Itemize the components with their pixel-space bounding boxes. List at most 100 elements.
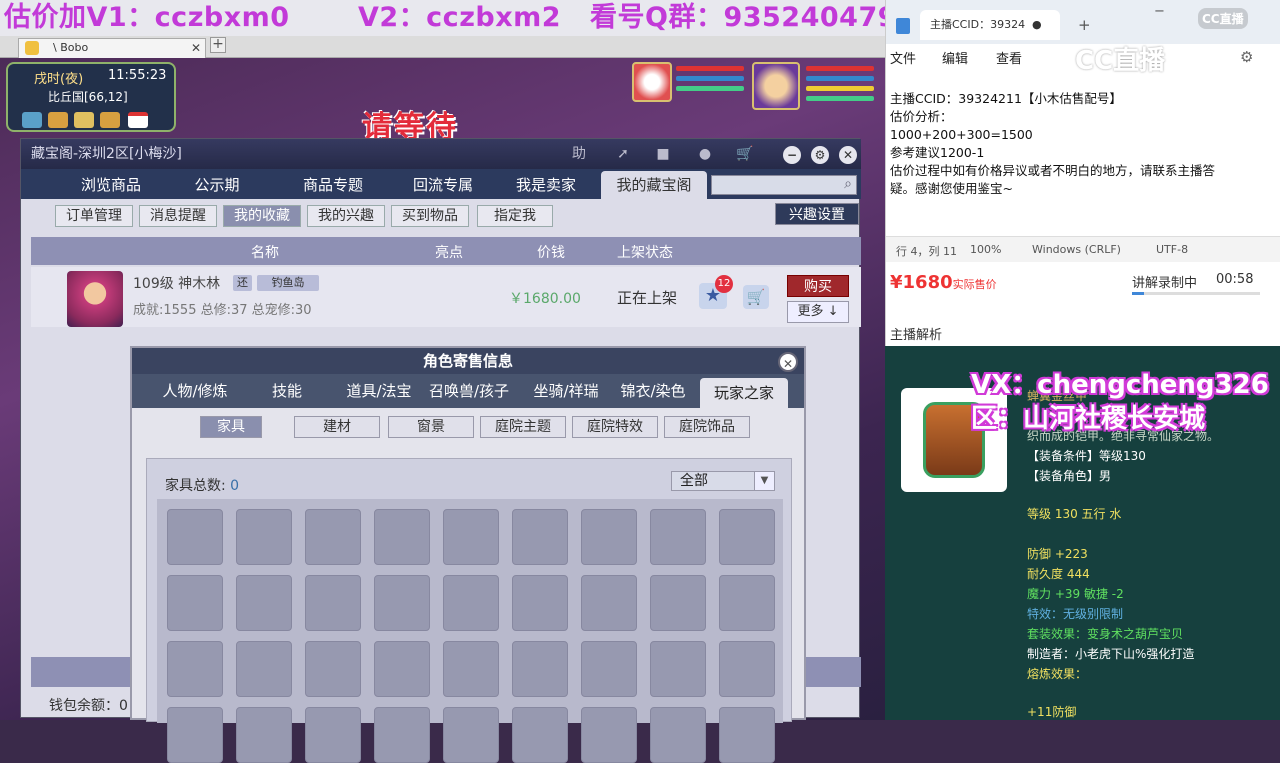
furniture-slot[interactable] (305, 509, 361, 565)
filter-yard-decor[interactable]: 庭院饰品 (664, 416, 750, 438)
tab-player-home[interactable]: 玩家之家 (700, 378, 788, 408)
pet-portrait[interactable] (632, 62, 672, 102)
furniture-slot[interactable] (374, 641, 430, 697)
menu-edit[interactable]: 编辑 (942, 48, 968, 67)
item-set-effect: 套装效果：变身术之葫芦宝贝 (1027, 627, 1184, 641)
furniture-slot[interactable] (374, 509, 430, 565)
furniture-slot[interactable] (305, 641, 361, 697)
bought-items-button[interactable]: 买到物品 (391, 205, 469, 227)
tab-my-pavilion[interactable]: 我的藏宝阁 (601, 171, 707, 199)
player-portrait[interactable] (752, 62, 800, 110)
unsaved-dot-icon[interactable]: ● (1032, 10, 1042, 40)
tab-publicity[interactable]: 公示期 (177, 171, 257, 199)
map-icon[interactable] (22, 112, 42, 128)
furniture-slot[interactable] (581, 641, 637, 697)
notepad-tab[interactable]: 主播CCID：39324 ● (920, 10, 1060, 40)
close-icon[interactable]: ✕ (191, 39, 201, 57)
furniture-slot[interactable] (512, 641, 568, 697)
settings-icon[interactable]: ⚙ (811, 146, 829, 164)
message-reminder-button[interactable]: 消息提醒 (139, 205, 217, 227)
furniture-slot[interactable] (650, 641, 706, 697)
close-icon[interactable]: ✕ (778, 352, 798, 372)
my-interests-button[interactable]: 我的兴趣 (307, 205, 385, 227)
order-management-button[interactable]: 订单管理 (55, 205, 133, 227)
tab-browse[interactable]: 浏览商品 (61, 171, 161, 199)
furniture-slot[interactable] (236, 707, 292, 763)
assigned-me-button[interactable]: 指定我 (477, 205, 553, 227)
tab-items[interactable]: 道具/法宝 (332, 374, 426, 408)
my-favorites-button[interactable]: 我的收藏 (223, 205, 301, 227)
furniture-slot[interactable] (305, 575, 361, 631)
close-icon[interactable]: ✕ (839, 146, 857, 164)
filter-furniture[interactable]: 家具 (200, 416, 262, 438)
furniture-slot[interactable] (719, 575, 775, 631)
minimize-icon[interactable]: − (783, 146, 801, 164)
menu-file[interactable]: 文件 (890, 48, 916, 67)
tab-return[interactable]: 回流专属 (393, 171, 493, 199)
furniture-slot[interactable] (581, 509, 637, 565)
furniture-slot[interactable] (374, 707, 430, 763)
furniture-slot[interactable] (443, 707, 499, 763)
furniture-slot[interactable] (719, 707, 775, 763)
share-icon[interactable]: ➚ (613, 144, 633, 164)
filter-yard-theme[interactable]: 庭院主题 (480, 416, 566, 438)
tab-mounts[interactable]: 坐骑/祥瑞 (522, 374, 610, 408)
tab-topics[interactable]: 商品专题 (283, 171, 383, 199)
furniture-slot[interactable] (512, 509, 568, 565)
more-button[interactable]: 更多 ↓ (787, 301, 849, 323)
furniture-slot[interactable] (167, 509, 223, 565)
chat-icon[interactable]: ● (695, 144, 715, 164)
buy-button[interactable]: 购买 (787, 275, 849, 297)
furniture-slot[interactable] (443, 575, 499, 631)
interest-settings-button[interactable]: 兴趣设置 (775, 203, 859, 225)
search-icon[interactable] (74, 112, 94, 128)
furniture-slot[interactable] (236, 575, 292, 631)
furniture-slot[interactable] (719, 641, 775, 697)
category-select[interactable]: 全部 ▼ (671, 471, 775, 491)
record-icon[interactable]: ■ (653, 144, 673, 164)
game-tab[interactable]: \ Bobo ✕ (18, 38, 206, 58)
filter-yard-effect[interactable]: 庭院特效 (572, 416, 658, 438)
menu-view[interactable]: 查看 (996, 48, 1022, 67)
cart-icon[interactable]: 🛒 (735, 144, 755, 164)
search-icon[interactable]: ⌕ (844, 176, 852, 192)
furniture-slot[interactable] (443, 641, 499, 697)
notepad-text-area[interactable]: 主播CCID：39324211【小木估售配号】 估价分析： 1000+200+3… (890, 90, 1275, 198)
furniture-slot[interactable] (167, 575, 223, 631)
furniture-slot[interactable] (512, 707, 568, 763)
furniture-slot[interactable] (236, 509, 292, 565)
filter-window[interactable]: 窗景 (388, 416, 474, 438)
furniture-slot[interactable] (650, 575, 706, 631)
book-icon[interactable] (48, 112, 68, 128)
furniture-slot[interactable] (374, 575, 430, 631)
furniture-slot[interactable] (512, 575, 568, 631)
settings-icon[interactable]: ⚙ (1240, 48, 1253, 66)
furniture-slot[interactable] (443, 509, 499, 565)
calendar-icon[interactable] (128, 112, 148, 128)
notepad-line: 主播CCID：39324211【小木估售配号】 (890, 91, 1122, 106)
furniture-slot[interactable] (236, 641, 292, 697)
search-input[interactable]: ⌕ (711, 175, 857, 195)
furniture-slot[interactable] (581, 575, 637, 631)
tab-pets[interactable]: 召唤兽/孩子 (426, 374, 512, 408)
add-to-cart-icon[interactable]: 🛒 (743, 285, 769, 309)
chevron-down-icon[interactable]: ▼ (754, 472, 774, 490)
furniture-slot[interactable] (581, 707, 637, 763)
tab-skills[interactable]: 技能 (250, 374, 324, 408)
tab-outfits[interactable]: 锦衣/染色 (616, 374, 690, 408)
furniture-slot[interactable] (305, 707, 361, 763)
table-row[interactable]: 109级 神木林 还 钓鱼岛 成就:1555 总修:37 总宠修:30 ￥168… (31, 267, 861, 327)
furniture-slot[interactable] (167, 707, 223, 763)
new-tab-button[interactable]: + (210, 37, 226, 53)
tab-character[interactable]: 人物/修炼 (150, 374, 240, 408)
help-icon[interactable]: 助 (569, 144, 589, 164)
filter-materials[interactable]: 建材 (294, 416, 380, 438)
furniture-slot[interactable] (650, 707, 706, 763)
furniture-slot[interactable] (650, 509, 706, 565)
tab-seller[interactable]: 我是卖家 (501, 171, 591, 199)
furniture-slot[interactable] (167, 641, 223, 697)
furniture-slot[interactable] (719, 509, 775, 565)
minimize-icon[interactable]: − (1154, 4, 1165, 19)
bag-icon[interactable] (100, 112, 120, 128)
new-tab-button[interactable]: + (1078, 16, 1091, 34)
